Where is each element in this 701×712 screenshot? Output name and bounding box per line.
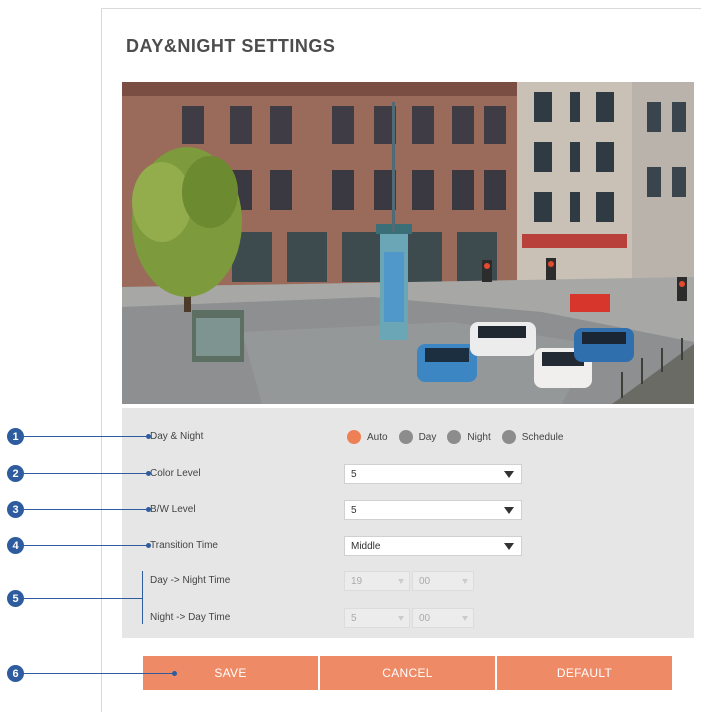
chevron-down-icon (504, 507, 514, 514)
callout-3-line (24, 509, 148, 510)
radio-schedule-label: Schedule (521, 431, 564, 443)
radio-day-label: Day (418, 431, 437, 443)
radio-auto-label: Auto (367, 431, 388, 443)
callout-1: 1 (7, 428, 24, 445)
transition-time-value: Middle (351, 541, 381, 552)
callout-4: 4 (7, 537, 24, 554)
callout-5: 5 (7, 590, 24, 607)
chevron-down-icon (398, 579, 404, 584)
callout-1-line (24, 436, 148, 437)
default-button[interactable]: DEFAULT (497, 656, 672, 690)
callout-2-line (24, 473, 148, 474)
day-to-night-minute-value: 00 (419, 576, 431, 587)
callout-4-line (24, 545, 148, 546)
callout-2-dot (146, 471, 151, 476)
callout-3: 3 (7, 501, 24, 518)
day-to-night-hour-select[interactable]: 19 (344, 571, 410, 591)
color-level-label: Color Level (150, 468, 201, 479)
chevron-down-icon (462, 579, 468, 584)
callout-6-line (24, 673, 174, 674)
cancel-button[interactable]: CANCEL (320, 656, 495, 690)
radio-auto[interactable]: Auto (347, 430, 388, 444)
schedule-bracket (142, 571, 143, 624)
color-level-value: 5 (351, 469, 357, 480)
chevron-down-icon (398, 616, 404, 621)
night-to-day-minute-select[interactable]: 00 (412, 608, 474, 628)
radio-unselected-icon (447, 430, 462, 444)
day-night-radio-group: Auto Day Night Schedule (347, 429, 574, 445)
camera-preview-image (122, 82, 694, 404)
callout-3-dot (146, 507, 151, 512)
radio-night-label: Night (467, 431, 491, 443)
radio-night[interactable]: Night (447, 430, 491, 444)
color-level-select[interactable]: 5 (344, 464, 522, 484)
page-title: DAY&NIGHT SETTINGS (126, 36, 336, 56)
callout-4-dot (146, 543, 151, 548)
callout-6: 6 (7, 665, 24, 682)
day-night-label: Day & Night (150, 431, 204, 442)
chevron-down-icon (504, 543, 514, 550)
day-to-night-minute-select[interactable]: 00 (412, 571, 474, 591)
camera-preview (122, 82, 694, 404)
day-to-night-time-label: Day -> Night Time (150, 575, 231, 586)
callout-2: 2 (7, 465, 24, 482)
chevron-down-icon (504, 471, 514, 478)
callout-1-dot (146, 434, 151, 439)
chevron-down-icon (462, 616, 468, 621)
bw-level-label: B/W Level (150, 504, 196, 515)
callout-5-line (24, 598, 142, 599)
night-to-day-minute-value: 00 (419, 613, 431, 624)
day-to-night-hour-value: 19 (351, 576, 363, 587)
night-to-day-hour-value: 5 (351, 613, 357, 624)
night-to-day-time-label: Night -> Day Time (150, 612, 231, 623)
transition-time-label: Transition Time (150, 540, 218, 551)
radio-selected-icon (347, 430, 361, 444)
callout-6-dot (172, 671, 177, 676)
radio-schedule[interactable]: Schedule (501, 430, 564, 444)
radio-day[interactable]: Day (398, 430, 437, 444)
bw-level-value: 5 (351, 505, 357, 516)
radio-unselected-icon (398, 430, 413, 444)
transition-time-select[interactable]: Middle (344, 536, 522, 556)
night-to-day-hour-select[interactable]: 5 (344, 608, 410, 628)
radio-unselected-icon (501, 430, 516, 444)
bw-level-select[interactable]: 5 (344, 500, 522, 520)
